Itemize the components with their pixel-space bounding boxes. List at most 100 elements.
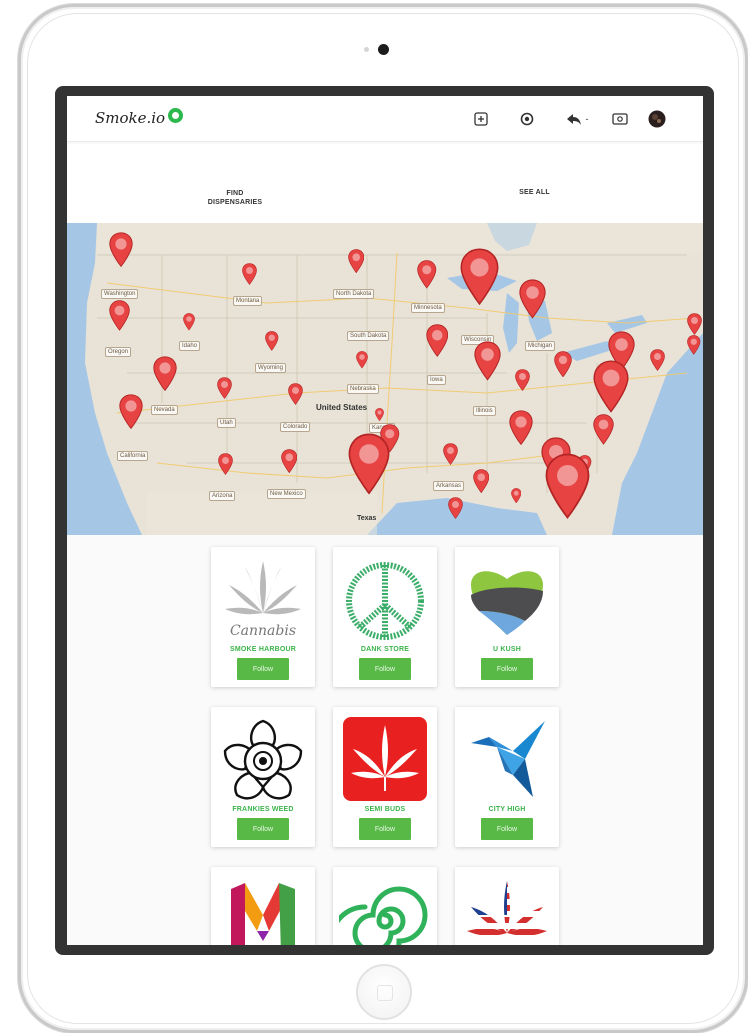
reply-arrow-icon[interactable]: - [561, 109, 593, 129]
store-name: U KUSH [492, 646, 522, 653]
map-pin-icon[interactable] [518, 279, 546, 319]
home-button[interactable] [356, 964, 412, 1020]
map-pin-icon[interactable] [374, 407, 384, 421]
map-pin-icon[interactable] [473, 341, 501, 381]
map-pin-icon[interactable] [554, 350, 572, 377]
map-pin-icon[interactable] [287, 383, 303, 405]
follow-button[interactable]: Follow [237, 818, 289, 840]
user-avatar[interactable] [647, 109, 667, 129]
letter-m-icon [217, 875, 309, 945]
map-pin-icon[interactable] [592, 414, 614, 445]
store-logo-caption: Cannabis [230, 623, 296, 639]
tab-find-line2: DISPENSARIES [207, 199, 263, 206]
map-state-label: Arkansas [433, 481, 465, 491]
rose-icon [217, 715, 309, 807]
map-state-label: South Dakota [347, 331, 390, 341]
tabs-row: FIND DISPENSARIES SEE ALL [67, 143, 703, 223]
target-icon[interactable] [517, 109, 537, 129]
map-pin-icon[interactable] [119, 394, 143, 429]
map-state-label: Wyoming [255, 363, 286, 373]
map-pin-icon[interactable] [447, 497, 463, 519]
origami-bird-icon [461, 715, 553, 807]
logo[interactable]: Smoke.io [95, 107, 184, 127]
map-pin-icon[interactable] [216, 377, 232, 399]
app-screen: Smoke.io - FIND DISPENSARIES SEE ALL Uni… [67, 96, 703, 945]
map-pin-icon[interactable] [109, 232, 133, 267]
map-state-label: Iowa [427, 375, 446, 385]
map-pin-icon[interactable] [472, 469, 490, 493]
store-card[interactable]: FRANKIES WEED Follow [211, 707, 315, 847]
map-state-label: Montana [233, 296, 263, 306]
store-card[interactable] [211, 867, 315, 945]
wallet-icon[interactable] [610, 109, 630, 129]
map-pin-icon[interactable] [108, 300, 130, 331]
map-state-label: Illinois [473, 406, 496, 416]
map-state-label: North Dakota [333, 289, 375, 299]
store-name: FRANKIES WEED [232, 806, 294, 813]
store-card[interactable]: U KUSH Follow [455, 547, 559, 687]
follow-button[interactable]: Follow [359, 658, 411, 680]
map-state-label: Colorado [280, 422, 311, 432]
follow-button[interactable]: Follow [481, 818, 533, 840]
map-state-label: Texas [357, 515, 377, 522]
map-pin-icon[interactable] [347, 249, 365, 273]
map-pin-icon[interactable] [687, 335, 701, 355]
store-name: CITY HIGH [488, 806, 526, 813]
map-pin-icon[interactable] [217, 453, 233, 475]
map-state-label: Idaho [179, 341, 201, 351]
logo-text: Smoke.io [95, 109, 166, 127]
map-pin-icon[interactable] [348, 433, 390, 495]
store-name: SEMI BUDS [364, 806, 406, 813]
map-pin-icon[interactable] [510, 487, 522, 503]
map-state-label: Arizona [209, 491, 236, 501]
store-card[interactable]: SEMI BUDS Follow [333, 707, 437, 847]
map-pin-icon[interactable] [686, 313, 702, 335]
map-state-label: California [117, 451, 149, 461]
store-card[interactable]: DANK STORE Follow [333, 547, 437, 687]
map-state-label: Nebraska [347, 384, 379, 394]
map-state-label: Washington [101, 289, 139, 299]
map-country-label: United States [316, 403, 368, 412]
map-pin-icon[interactable] [545, 453, 590, 519]
map-state-label: Oregon [105, 347, 132, 357]
tab-find-dispensaries[interactable]: FIND DISPENSARIES [195, 189, 275, 207]
store-card[interactable]: CITY HIGH Follow [455, 707, 559, 847]
store-card[interactable] [455, 867, 559, 945]
app-header: Smoke.io - [67, 96, 703, 142]
map-pin-icon[interactable] [593, 360, 629, 413]
map-state-label: Nevada [151, 405, 178, 415]
proximity-sensor [364, 47, 369, 52]
map-pin-icon[interactable] [280, 449, 298, 473]
follow-button[interactable]: Follow [481, 658, 533, 680]
add-square-icon[interactable] [471, 109, 491, 129]
dispensary-map[interactable]: United States Washington Montana North D… [67, 223, 703, 535]
map-pin-icon[interactable] [514, 369, 530, 391]
front-camera [378, 44, 389, 55]
map-pin-icon[interactable] [460, 248, 499, 305]
map-pin-icon[interactable] [153, 356, 177, 391]
map-pin-icon[interactable] [417, 260, 437, 289]
heart-logo-icon [461, 555, 553, 647]
tab-find-line1: FIND [226, 190, 244, 197]
map-pin-icon[interactable] [265, 331, 279, 351]
follow-button[interactable]: Follow [359, 818, 411, 840]
map-state-label: New Mexico [267, 489, 306, 499]
store-card[interactable]: Cannabis SMOKE HARBOUR Follow [211, 547, 315, 687]
map-pin-icon[interactable] [241, 263, 257, 285]
map-pin-icon[interactable] [509, 410, 533, 445]
logo-badge-icon [168, 107, 184, 123]
store-name: DANK STORE [360, 646, 410, 653]
tab-see-all[interactable]: SEE ALL [507, 189, 562, 196]
green-spiral-icon [328, 875, 431, 945]
store-grid: Cannabis SMOKE HARBOUR Follow DANK STORE… [67, 535, 703, 945]
map-pin-icon[interactable] [426, 324, 449, 357]
map-pin-icon[interactable] [442, 443, 458, 465]
map-state-label: Utah [217, 418, 236, 428]
store-card[interactable] [328, 867, 437, 945]
reply-dropdown-caret: - [585, 114, 589, 124]
map-pin-icon[interactable] [356, 351, 368, 369]
map-pin-icon[interactable] [649, 349, 665, 371]
store-name: SMOKE HARBOUR [230, 646, 296, 653]
follow-button[interactable]: Follow [237, 658, 289, 680]
map-pin-icon[interactable] [183, 313, 195, 331]
